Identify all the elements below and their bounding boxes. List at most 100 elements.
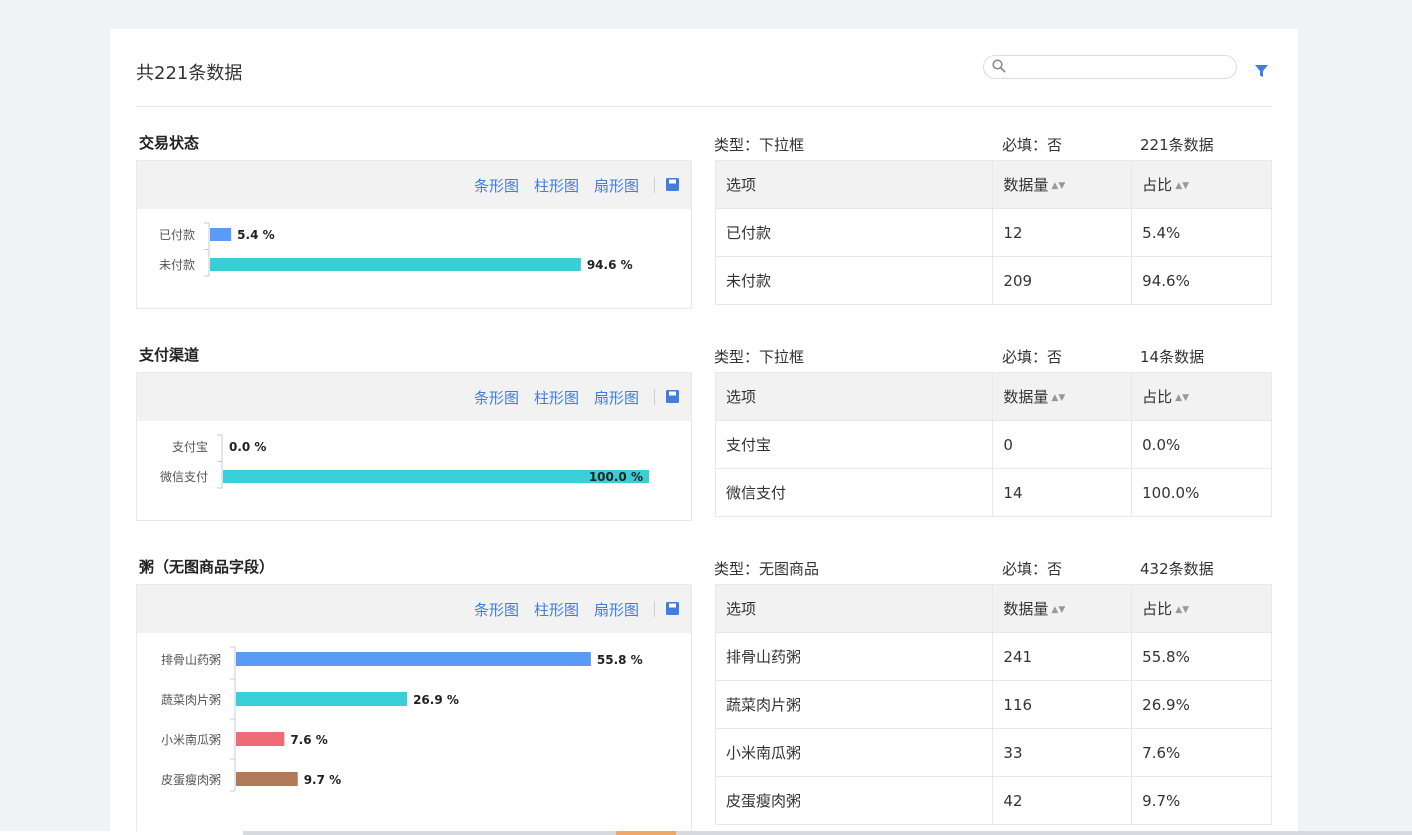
- bar-chart-link[interactable]: 条形图: [474, 387, 519, 408]
- data-label: 94.6 %: [587, 258, 633, 272]
- bar-chart-link[interactable]: 条形图: [474, 599, 519, 620]
- data-label: 9.7 %: [304, 773, 341, 787]
- filter-icon[interactable]: [1255, 65, 1268, 78]
- save-icon[interactable]: [666, 178, 679, 191]
- column-header-count[interactable]: 数据量 ▲▼: [992, 160, 1133, 209]
- cell-option: 微信支付: [714, 468, 994, 517]
- table-row: 已付款 12 5.4%: [714, 208, 1272, 257]
- section-title: 交易状态: [139, 134, 200, 152]
- cell-option: 已付款: [714, 208, 994, 257]
- category-label: 未付款: [159, 258, 195, 272]
- bar-chart: 已付款 5.4 % 未付款 94.6 %: [159, 222, 633, 277]
- data-table: 选项 数据量 ▲▼ 占比 ▲▼ 支付宝 0 0.0% 微信支付 14 100.0%: [714, 372, 1272, 517]
- column-chart-link[interactable]: 柱形图: [534, 175, 579, 196]
- field-required: 必填：否: [1002, 136, 1063, 154]
- table-row: 支付宝 0 0.0%: [714, 420, 1272, 469]
- pie-chart-link[interactable]: 扇形图: [594, 175, 639, 196]
- cell-option: 支付宝: [714, 420, 994, 469]
- cell-option: 皮蛋瘦肉粥: [714, 776, 994, 825]
- sort-icon[interactable]: ▲▼: [1051, 393, 1065, 403]
- cell-count: 33: [992, 728, 1133, 777]
- chart-area: 已付款 5.4 % 未付款 94.6 %: [137, 209, 691, 308]
- column-chart-link[interactable]: 柱形图: [534, 387, 579, 408]
- column-header-option: 选项: [714, 160, 994, 209]
- column-header-ratio[interactable]: 占比 ▲▼: [1131, 372, 1272, 421]
- cell-ratio: 0.0%: [1131, 420, 1272, 469]
- data-label: 55.8 %: [597, 653, 643, 667]
- chart-area: 排骨山药粥 55.8 % 蔬菜肉片粥 26.9 % 小米南瓜粥 7.6 % 皮蛋瘦肉粥 9.7…: [137, 633, 691, 835]
- cell-ratio: 5.4%: [1131, 208, 1272, 257]
- bar-chart: 排骨山药粥 55.8 % 蔬菜肉片粥 26.9 % 小米南瓜粥 7.6 % 皮蛋瘦肉粥 9.7…: [161, 646, 643, 792]
- pie-chart-link[interactable]: 扇形图: [594, 387, 639, 408]
- cell-ratio: 7.6%: [1131, 728, 1272, 777]
- column-header-ratio[interactable]: 占比 ▲▼: [1131, 160, 1272, 209]
- table-row: 未付款 209 94.6%: [714, 256, 1272, 305]
- category-label: 已付款: [159, 228, 195, 242]
- section-title: 支付渠道: [139, 346, 200, 364]
- record-count: 221条数据: [1140, 136, 1214, 154]
- category-label: 小米南瓜粥: [161, 732, 221, 747]
- chart-toolbar: 条形图 柱形图 扇形图: [137, 373, 691, 421]
- stats-card: 共221条数据 交易状态 条形图 柱形图 扇形图 已付款 5.4 % 未付款 9…: [110, 29, 1298, 835]
- bar: [236, 732, 285, 746]
- table-header-row: 选项 数据量 ▲▼ 占比 ▲▼: [714, 372, 1272, 421]
- pie-chart-link[interactable]: 扇形图: [594, 599, 639, 620]
- column-header-count[interactable]: 数据量 ▲▼: [992, 584, 1133, 633]
- save-icon[interactable]: [666, 390, 679, 403]
- cell-count: 12: [992, 208, 1133, 257]
- table-header-row: 选项 数据量 ▲▼ 占比 ▲▼: [714, 160, 1272, 209]
- record-count: 432条数据: [1140, 560, 1214, 578]
- data-label: 7.6 %: [290, 733, 327, 747]
- table-header-row: 选项 数据量 ▲▼ 占比 ▲▼: [714, 584, 1272, 633]
- table-row: 微信支付 14 100.0%: [714, 468, 1272, 517]
- field-required: 必填：否: [1002, 560, 1063, 578]
- save-icon[interactable]: [666, 602, 679, 615]
- cell-ratio: 55.8%: [1131, 632, 1272, 681]
- sort-icon[interactable]: ▲▼: [1051, 181, 1065, 191]
- data-label: 0.0 %: [229, 440, 266, 454]
- chart-toolbar: 条形图 柱形图 扇形图: [137, 161, 691, 209]
- column-chart-link[interactable]: 柱形图: [534, 599, 579, 620]
- column-header-ratio[interactable]: 占比 ▲▼: [1131, 584, 1272, 633]
- cell-ratio: 26.9%: [1131, 680, 1272, 729]
- cell-count: 209: [992, 256, 1133, 305]
- sort-icon[interactable]: ▲▼: [1175, 393, 1189, 403]
- category-label: 支付宝: [172, 440, 208, 454]
- column-header-option: 选项: [714, 584, 994, 633]
- data-table: 选项 数据量 ▲▼ 占比 ▲▼ 已付款 12 5.4% 未付款 209 94.6%: [714, 160, 1272, 305]
- bar: [236, 692, 408, 706]
- table-row: 排骨山药粥 241 55.8%: [714, 632, 1272, 681]
- category-label: 皮蛋瘦肉粥: [161, 772, 221, 787]
- cell-count: 42: [992, 776, 1133, 825]
- category-label: 排骨山药粥: [161, 653, 221, 667]
- cell-option: 排骨山药粥: [714, 632, 994, 681]
- scrollbar-thumb[interactable]: [616, 831, 676, 835]
- chart-panel: 条形图 柱形图 扇形图 排骨山药粥 55.8 % 蔬菜肉片粥 26.9 % 小米南瓜粥 7…: [136, 584, 692, 835]
- bar: [210, 258, 581, 271]
- column-header-option: 选项: [714, 372, 994, 421]
- chart-panel: 条形图 柱形图 扇形图 已付款 5.4 % 未付款 94.6 %: [136, 160, 692, 309]
- search-icon: [992, 59, 1006, 73]
- column-header-count[interactable]: 数据量 ▲▼: [992, 372, 1133, 421]
- bottom-scrollbar: [0, 831, 1412, 835]
- data-label: 100.0 %: [589, 470, 643, 484]
- bar: [236, 772, 298, 786]
- bar-chart-link[interactable]: 条形图: [474, 175, 519, 196]
- sort-icon[interactable]: ▲▼: [1175, 605, 1189, 615]
- data-table: 选项 数据量 ▲▼ 占比 ▲▼ 排骨山药粥 241 55.8% 蔬菜肉片粥 116 …: [714, 584, 1272, 825]
- field-type: 类型：下拉框: [714, 348, 805, 366]
- table-row: 皮蛋瘦肉粥 42 9.7%: [714, 776, 1272, 825]
- data-label: 26.9 %: [413, 693, 459, 707]
- search-box[interactable]: [983, 55, 1237, 79]
- search-input[interactable]: [1012, 58, 1227, 76]
- cell-option: 蔬菜肉片粥: [714, 680, 994, 729]
- card-header: 共221条数据: [136, 29, 1272, 107]
- toolbar-divider: [654, 389, 655, 405]
- chart-panel: 条形图 柱形图 扇形图 支付宝 0.0 % 微信支付 100.0 %: [136, 372, 692, 521]
- toolbar-divider: [654, 177, 655, 193]
- category-label: 微信支付: [160, 470, 208, 484]
- sort-icon[interactable]: ▲▼: [1051, 605, 1065, 615]
- bar-chart: 支付宝 0.0 % 微信支付 100.0 %: [160, 434, 649, 489]
- sort-icon[interactable]: ▲▼: [1175, 181, 1189, 191]
- cell-count: 241: [992, 632, 1133, 681]
